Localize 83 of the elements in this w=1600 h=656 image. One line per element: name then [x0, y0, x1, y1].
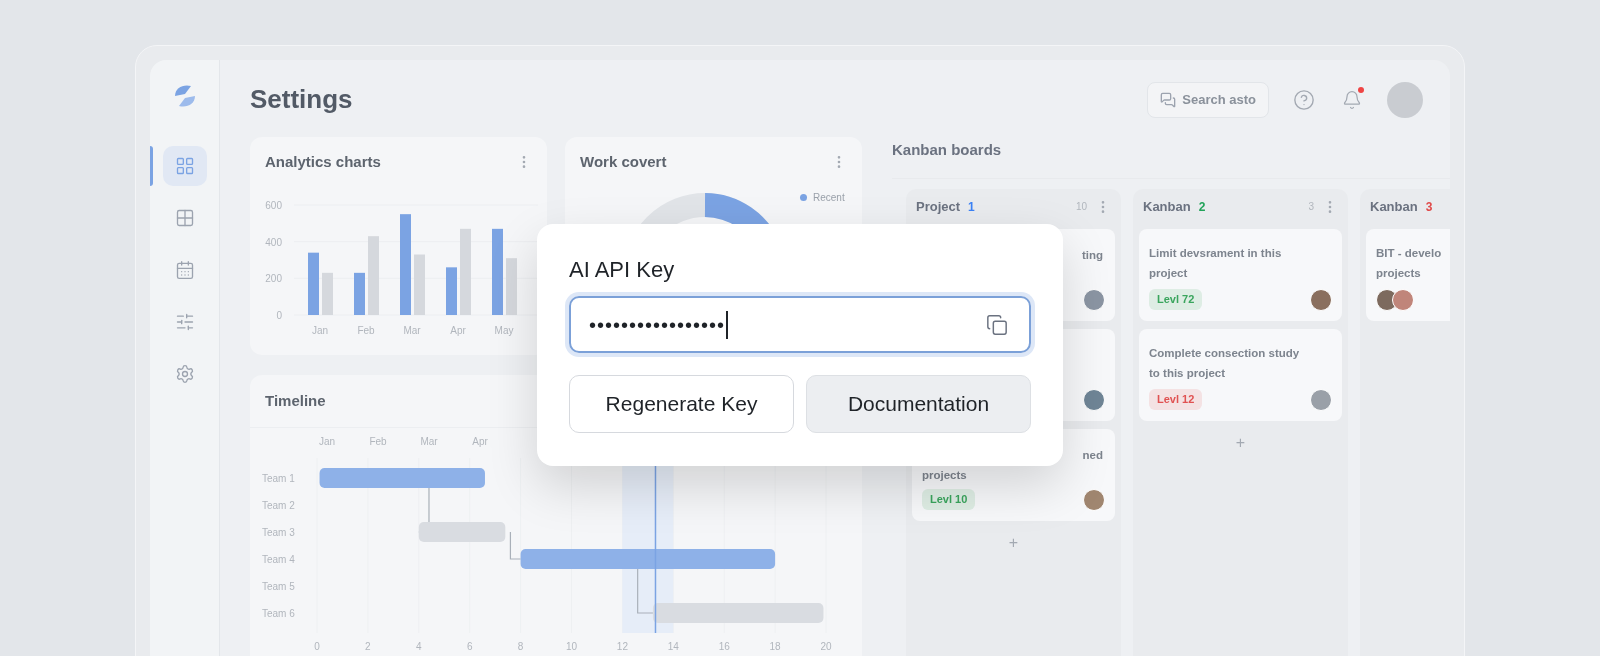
kanban-card[interactable]: Complete consection study to this project Levl 12: [1139, 328, 1342, 421]
column-number: 3: [1425, 198, 1433, 216]
axis-label: 6: [466, 641, 473, 652]
column-title: Kanban: [1143, 197, 1191, 216]
axis-label: 16: [718, 641, 730, 652]
axis-label: 10: [565, 641, 578, 652]
axis-label: 20: [820, 641, 832, 652]
sidebar-item[interactable]: [162, 146, 207, 186]
level-tag: Levl 72: [1149, 289, 1203, 310]
chart-bar: [446, 266, 457, 315]
axis-label: 0: [314, 641, 320, 652]
card-count: 3: [1308, 200, 1314, 214]
calendar-icon: [174, 260, 195, 280]
card-text: to this project: [1149, 365, 1226, 381]
chart-bar: [354, 272, 365, 315]
axis-label: May: [494, 324, 514, 336]
page-title: Settings: [250, 83, 353, 116]
section-title: Kanban boards: [892, 140, 1003, 160]
column-title: Kanban: [1370, 197, 1418, 216]
column-number: 1: [968, 198, 975, 216]
add-card-button[interactable]: +: [1229, 430, 1252, 455]
connector-line: [637, 568, 654, 614]
chart-bar: [308, 252, 319, 315]
chart-bar: [322, 272, 333, 315]
dialog-title: AI API Key: [569, 256, 676, 284]
card-text: ned: [1082, 447, 1104, 463]
chart-bar: [506, 257, 517, 315]
month-label: Apr: [472, 436, 488, 447]
axis-label: 8: [517, 641, 524, 652]
kanban-card[interactable]: BIT - develo projects: [1366, 228, 1450, 321]
axis-label: Apr: [450, 324, 466, 336]
card-text: BIT - develo: [1376, 245, 1442, 261]
row-label: Team 2: [262, 500, 295, 511]
month-label: Jan: [318, 436, 336, 447]
card-text: projects: [922, 467, 967, 483]
row-label: Team 3: [262, 527, 295, 538]
level-tag: Levl 10: [922, 489, 976, 510]
axis-label: 0: [276, 309, 282, 321]
dashboard-icon: [174, 156, 195, 176]
chart-bar: [414, 254, 425, 315]
column-number: 2: [1198, 198, 1206, 216]
user-avatar[interactable]: [1387, 81, 1423, 118]
level-tag: Levl 12: [1149, 389, 1203, 410]
month-label: Feb: [369, 436, 387, 447]
row-label: Team 1: [262, 473, 295, 484]
documentation-button[interactable]: Documentation: [806, 375, 1031, 433]
axis-label: 400: [265, 236, 282, 248]
help-icon: [1293, 88, 1315, 111]
card-text: Limit devsrament in this: [1149, 245, 1282, 261]
regenerate-button[interactable]: Regenerate Key: [569, 375, 794, 433]
connector-line: [509, 531, 522, 560]
card-title: Work covert: [580, 152, 667, 172]
card-text: Complete consection study: [1149, 345, 1300, 361]
axis-label: 200: [265, 272, 282, 284]
kanban-card[interactable]: Limit devsrament in this project Levl 72: [1139, 228, 1342, 321]
axis-label: 12: [616, 641, 628, 652]
chat-icon: [1160, 91, 1177, 108]
card-title: Timeline: [265, 392, 326, 409]
axis-label: Feb: [357, 324, 375, 336]
card-title: Analytics charts: [265, 152, 381, 172]
column-title: Project: [916, 197, 961, 216]
axis-label: Mar: [403, 324, 421, 336]
axis-label: 600: [265, 199, 282, 211]
bell-icon: [1342, 89, 1362, 110]
legend-label: Recent: [813, 190, 845, 205]
axis-label: Jan: [311, 324, 329, 336]
row-label: Team 4: [262, 554, 295, 565]
card-text: project: [1149, 265, 1188, 281]
row-label: Team 6: [262, 608, 295, 619]
axis-label: 2: [365, 641, 371, 652]
copy-icon: [986, 313, 1008, 336]
apps-icon: [174, 208, 195, 228]
axis-label: 14: [667, 641, 679, 652]
axis-label: 4: [416, 641, 422, 652]
add-card-button[interactable]: +: [1002, 530, 1025, 555]
settings-icon: [174, 364, 195, 384]
row-label: Team 5: [262, 581, 295, 592]
search-button[interactable]: Search asto: [1147, 81, 1269, 118]
axis-label: 18: [769, 641, 781, 652]
sliders-icon: [174, 312, 195, 332]
card-text: ting: [1081, 247, 1104, 263]
month-label: Mar: [420, 436, 438, 447]
card-text: projects: [1376, 265, 1421, 281]
